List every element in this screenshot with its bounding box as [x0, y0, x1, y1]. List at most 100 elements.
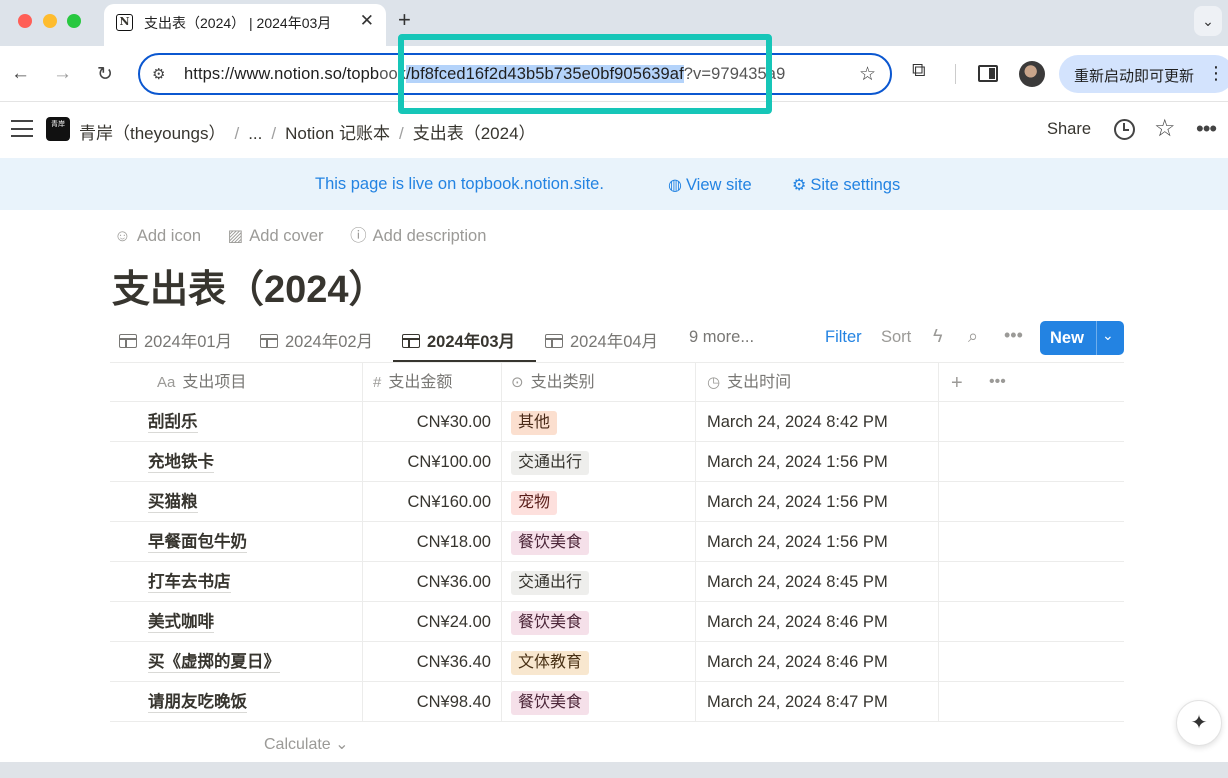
tab-view-2024-01[interactable]: 2024年01月: [119, 328, 232, 362]
tab-view-2024-02[interactable]: 2024年02月: [260, 328, 373, 362]
cell-name[interactable]: 早餐面包牛奶: [110, 522, 363, 562]
cell-time[interactable]: March 24, 2024 8:45 PM: [696, 562, 939, 602]
cell-name[interactable]: 买《虚掷的夏日》: [110, 642, 363, 682]
favorite-star-icon[interactable]: ☆: [1154, 114, 1176, 143]
header-name[interactable]: Aa 支出项目: [110, 363, 363, 403]
workspace-icon[interactable]: 青岸: [46, 117, 70, 141]
new-button[interactable]: New ⌄: [1040, 321, 1124, 355]
view-site-link[interactable]: ◍ View site: [668, 175, 752, 195]
table-row[interactable]: 早餐面包牛奶 CN¥18.00 餐饮美食 March 24, 2024 1:56 PM: [110, 522, 1124, 562]
add-cover-button[interactable]: ▨ Add cover: [228, 227, 324, 245]
site-settings-link[interactable]: ⚙ Site settings: [792, 175, 900, 195]
breadcrumb-ellipsis[interactable]: ...: [248, 124, 262, 143]
maximize-window-button[interactable]: [67, 14, 81, 28]
cell-time[interactable]: March 24, 2024 8:47 PM: [696, 682, 939, 722]
cell-amount[interactable]: CN¥36.40: [363, 642, 502, 682]
header-amount[interactable]: # 支出金额: [363, 363, 502, 403]
cell-amount[interactable]: CN¥36.00: [363, 562, 502, 602]
cell-name[interactable]: 充地铁卡: [110, 442, 363, 482]
table-row[interactable]: 买《虚掷的夏日》 CN¥36.40 文体教育 March 24, 2024 8:46 …: [110, 642, 1124, 682]
add-description-button[interactable]: ⓘ Add description: [350, 227, 486, 245]
cell-category[interactable]: 餐饮美食: [502, 682, 696, 722]
cell-amount[interactable]: CN¥100.00: [363, 442, 502, 482]
cell-name[interactable]: 请朋友吃晚饭: [110, 682, 363, 722]
table-row[interactable]: 打车去书店 CN¥36.00 交通出行 March 24, 2024 8:45 PM: [110, 562, 1124, 602]
chrome-menu-kebab-icon[interactable]: ⋮: [1207, 63, 1225, 84]
table-row[interactable]: 充地铁卡 CN¥100.00 交通出行 March 24, 2024 1:56 PM: [110, 442, 1124, 482]
more-properties-icon[interactable]: •••: [989, 362, 1006, 402]
cell-name[interactable]: 打车去书店: [110, 562, 363, 602]
cell-empty[interactable]: [939, 642, 1124, 682]
cell-empty[interactable]: [939, 602, 1124, 642]
reload-icon[interactable]: ↻: [97, 63, 113, 86]
cell-category[interactable]: 交通出行: [502, 442, 696, 482]
cell-empty[interactable]: [939, 442, 1124, 482]
header-category[interactable]: ⊙ 支出类别: [502, 363, 696, 403]
site-info-tune-icon[interactable]: ⚙: [152, 65, 165, 83]
sort-button[interactable]: Sort: [881, 328, 911, 347]
cell-name[interactable]: 买猫粮: [110, 482, 363, 522]
add-icon-button[interactable]: ☺ Add icon: [114, 227, 201, 245]
search-icon[interactable]: ⌕: [968, 326, 978, 347]
cell-name[interactable]: 美式咖啡: [110, 602, 363, 642]
cell-amount[interactable]: CN¥18.00: [363, 522, 502, 562]
tab-search-chevron-icon[interactable]: ⌄: [1194, 6, 1222, 36]
minimize-window-button[interactable]: [43, 14, 57, 28]
more-views-button[interactable]: 9 more...: [689, 328, 754, 347]
browser-tab-active[interactable]: N 支出表（2024） | 2024年03月 ✕: [104, 4, 386, 46]
view-options-icon[interactable]: •••: [1004, 325, 1023, 346]
profile-avatar[interactable]: [1019, 61, 1045, 87]
cell-time[interactable]: March 24, 2024 1:56 PM: [696, 522, 939, 562]
close-window-button[interactable]: [18, 14, 32, 28]
cell-empty[interactable]: [939, 682, 1124, 722]
cell-empty[interactable]: [939, 402, 1124, 442]
update-button[interactable]: 重新启动即可更新 ⋮: [1059, 55, 1228, 93]
bookmark-star-icon[interactable]: ☆: [859, 63, 876, 86]
breadcrumb-workspace[interactable]: 青岸（theyoungs）: [79, 124, 225, 143]
extensions-puzzle-icon[interactable]: ⧉: [912, 60, 926, 82]
cell-time[interactable]: March 24, 2024 8:42 PM: [696, 402, 939, 442]
cell-category[interactable]: 餐饮美食: [502, 522, 696, 562]
cell-time[interactable]: March 24, 2024 8:46 PM: [696, 642, 939, 682]
cell-category[interactable]: 餐饮美食: [502, 602, 696, 642]
cell-amount[interactable]: CN¥160.00: [363, 482, 502, 522]
chevron-down-icon[interactable]: ⌄: [1102, 327, 1114, 344]
cell-empty[interactable]: [939, 562, 1124, 602]
updates-clock-icon[interactable]: [1114, 119, 1135, 140]
cell-empty[interactable]: [939, 482, 1124, 522]
forward-arrow-icon[interactable]: →: [53, 63, 72, 85]
cell-time[interactable]: March 24, 2024 1:56 PM: [696, 482, 939, 522]
tab-close-icon[interactable]: ✕: [360, 11, 374, 31]
cell-time[interactable]: March 24, 2024 8:46 PM: [696, 602, 939, 642]
cell-amount[interactable]: CN¥30.00: [363, 402, 502, 442]
breadcrumb-parent-page[interactable]: Notion 记账本: [285, 124, 390, 143]
cell-amount[interactable]: CN¥98.40: [363, 682, 502, 722]
breadcrumb-current-page[interactable]: 支出表（2024）: [413, 124, 536, 143]
cell-amount[interactable]: CN¥24.00: [363, 602, 502, 642]
calculate-button[interactable]: Calculate ⌄: [264, 734, 349, 754]
page-title[interactable]: 支出表（2024）: [112, 258, 387, 313]
new-tab-plus-icon[interactable]: +: [398, 7, 411, 33]
side-panel-icon[interactable]: [978, 65, 998, 82]
table-row[interactable]: 买猫粮 CN¥160.00 宠物 March 24, 2024 1:56 PM: [110, 482, 1124, 522]
header-time[interactable]: ◷ 支出时间: [696, 363, 939, 403]
sidebar-menu-icon[interactable]: [11, 120, 33, 137]
share-button[interactable]: Share: [1047, 120, 1091, 139]
cell-name[interactable]: 刮刮乐: [110, 402, 363, 442]
tab-view-2024-04[interactable]: 2024年04月: [545, 328, 658, 362]
cell-time[interactable]: March 24, 2024 1:56 PM: [696, 442, 939, 482]
cell-category[interactable]: 宠物: [502, 482, 696, 522]
table-row[interactable]: 刮刮乐 CN¥30.00 其他 March 24, 2024 8:42 PM: [110, 402, 1124, 442]
ai-sparkle-icon[interactable]: ✦: [1176, 700, 1222, 746]
back-arrow-icon[interactable]: ←: [11, 63, 30, 85]
filter-button[interactable]: Filter: [825, 328, 862, 347]
table-row[interactable]: 请朋友吃晚饭 CN¥98.40 餐饮美食 March 24, 2024 8:47 PM: [110, 682, 1124, 722]
table-row[interactable]: 美式咖啡 CN¥24.00 餐饮美食 March 24, 2024 8:46 PM: [110, 602, 1124, 642]
tab-view-2024-03[interactable]: 2024年03月: [393, 328, 536, 362]
cell-category[interactable]: 交通出行: [502, 562, 696, 602]
add-property-plus-icon[interactable]: +: [951, 363, 963, 403]
cell-category[interactable]: 文体教育: [502, 642, 696, 682]
cell-category[interactable]: 其他: [502, 402, 696, 442]
cell-empty[interactable]: [939, 522, 1124, 562]
more-options-icon[interactable]: •••: [1196, 116, 1217, 142]
